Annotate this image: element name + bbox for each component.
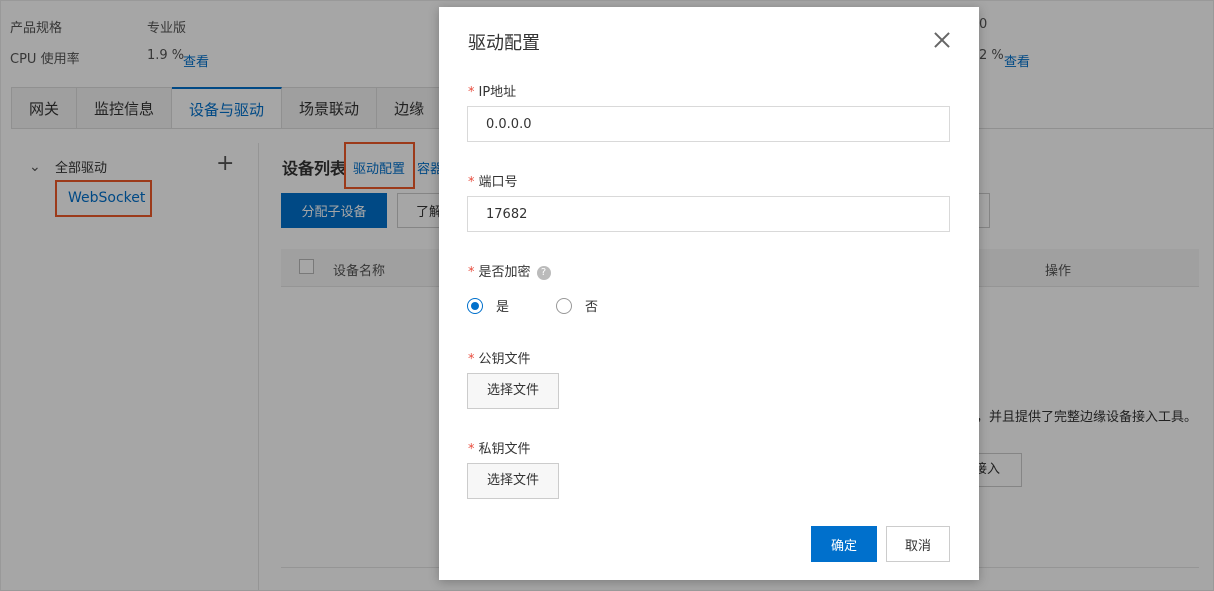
driver-config-dialog: 驱动配置 *IP地址 *端口号 *是否加密? 是 否 *公钥文件 选择文件 *私…	[439, 7, 979, 580]
public-key-file-button[interactable]: 选择文件	[467, 373, 559, 409]
required-mark: *	[468, 85, 475, 100]
required-mark: *	[468, 265, 475, 280]
radio-checked-icon[interactable]	[467, 297, 483, 314]
ip-label: * IP地址	[468, 81, 516, 100]
encrypt-yes-radio[interactable]: 是	[467, 296, 509, 315]
encrypt-no-radio[interactable]: 否	[556, 296, 598, 315]
required-mark: *	[468, 175, 475, 190]
private-key-label-text: 私钥文件	[478, 442, 531, 457]
help-icon[interactable]: ?	[536, 265, 551, 280]
public-key-label: * 公钥文件	[468, 348, 531, 367]
private-key-label: * 私钥文件	[468, 438, 531, 457]
ip-label-text: IP地址	[478, 85, 517, 100]
public-key-label-text: 公钥文件	[478, 352, 531, 367]
dialog-title: 驱动配置	[468, 33, 540, 54]
close-icon[interactable]	[931, 29, 953, 51]
confirm-button[interactable]: 确定	[811, 526, 877, 562]
port-label-text: 端口号	[478, 175, 518, 190]
private-key-file-button[interactable]: 选择文件	[467, 463, 559, 499]
radio-unchecked-icon[interactable]	[556, 297, 572, 314]
port-label: * 端口号	[468, 171, 518, 190]
required-mark: *	[468, 442, 475, 457]
encrypt-label-text: 是否加密	[478, 265, 531, 280]
required-mark: *	[468, 352, 475, 367]
encrypt-label: * 是否加密?	[468, 261, 551, 280]
cancel-button[interactable]: 取消	[886, 526, 950, 562]
app-frame: 产品规格 专业版 CPU 使用率 1.9 % 查看 0 2 % 查看 网关 监控…	[0, 0, 1214, 591]
port-input[interactable]	[467, 196, 950, 232]
encrypt-yes-label: 是	[496, 300, 510, 315]
encrypt-no-label: 否	[585, 300, 599, 315]
ip-input[interactable]	[467, 106, 950, 142]
